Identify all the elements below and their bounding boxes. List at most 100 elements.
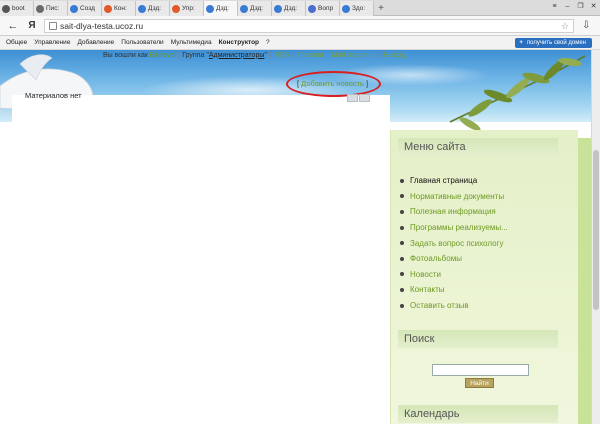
bullet-icon: [400, 209, 404, 214]
browser-tab[interactable]: Пис:: [34, 1, 68, 16]
browser-tab[interactable]: Упр:: [170, 1, 204, 16]
ucoz-menu-item[interactable]: Добавление: [77, 39, 114, 46]
main-content: [12, 95, 390, 424]
bookmark-star-icon[interactable]: ☆: [561, 21, 569, 32]
url-field[interactable]: sait-dlya-testa.ucoz.ru ☆: [44, 18, 574, 33]
logout-link[interactable]: Выход: [384, 52, 405, 59]
search-button[interactable]: Найти: [465, 378, 494, 388]
print-icon[interactable]: [359, 94, 370, 102]
bullet-icon: [400, 272, 404, 277]
tab-label: boot: [12, 5, 25, 12]
plus-icon: +: [519, 40, 523, 46]
tab-favicon-icon: [342, 4, 350, 13]
sidebar-menu-item[interactable]: Нормативные документы: [400, 189, 508, 205]
my-profile-link[interactable]: Мой профиль: [331, 52, 376, 59]
tab-label: Здо:: [352, 5, 366, 12]
tab-favicon-icon: [70, 4, 78, 13]
tab-favicon-icon: [206, 4, 214, 13]
back-arrow-icon[interactable]: ←: [6, 20, 20, 32]
tab-label: Дзд:: [250, 5, 264, 12]
restore-icon[interactable]: ❐: [576, 2, 585, 11]
tab-label: Дзд:: [216, 5, 230, 12]
site-page-icon: [49, 21, 57, 30]
browser-tab[interactable]: Кон:: [102, 1, 136, 16]
add-news-link[interactable]: Добавить новость: [301, 79, 364, 88]
tab-favicon-icon: [2, 4, 10, 13]
group-name[interactable]: Администраторы: [209, 52, 265, 59]
tab-favicon-icon: [36, 4, 44, 13]
sidebar-menu-label: Нормативные документы: [410, 191, 505, 201]
sidebar-menu-item[interactable]: Программы реализуемы...: [400, 220, 508, 236]
tab-favicon-icon: [138, 4, 146, 13]
rss-link[interactable]: RSS: [275, 52, 289, 59]
browser-tab[interactable]: Дзд:: [272, 1, 306, 16]
ucoz-menu-item[interactable]: Мультимедиа: [171, 39, 212, 46]
sidebar-edge: [578, 138, 591, 424]
sidebar-menu-label: Фотоальбомы: [410, 254, 462, 264]
ucoz-menu-item[interactable]: Пользователи: [121, 39, 163, 46]
sidebar-menu-item[interactable]: Фотоальбомы: [400, 251, 508, 267]
sidebar-menu-item[interactable]: Задать вопрос психологу: [400, 235, 508, 251]
ucoz-menu-item[interactable]: ?: [266, 39, 270, 46]
download-arrow-icon[interactable]: ⇩: [582, 20, 590, 31]
sidebar-menu-label: Задать вопрос психологу: [410, 238, 504, 248]
bullet-icon: [400, 225, 404, 230]
search-block-title: Поиск: [398, 330, 558, 348]
page-scrollbar[interactable]: [591, 50, 600, 424]
username[interactable]: Believe: [150, 52, 175, 59]
get-domain-button[interactable]: + получить свой домен: [515, 38, 592, 48]
tab-label: Вопр: [318, 5, 334, 12]
browser-tab[interactable]: Дзд:: [136, 1, 170, 16]
ucoz-menu-item[interactable]: Конструктор: [219, 39, 259, 46]
sidebar-menu-label: Программы реализуемы...: [410, 223, 508, 233]
tab-favicon-icon: [172, 4, 180, 13]
browser-tab[interactable]: Дзд:: [238, 1, 272, 16]
address-bar: ← Я sait-dlya-testa.ucoz.ru ☆ ⇩: [0, 16, 600, 36]
bullet-icon: [400, 194, 404, 199]
group-label: Группа: [182, 51, 205, 59]
rss-feed-icon[interactable]: [347, 94, 358, 102]
sidebar-menu-item[interactable]: Оставить отзыв: [400, 298, 508, 314]
tab-label: Пис:: [46, 5, 60, 12]
no-materials-text: Материалов нет: [25, 91, 82, 100]
close-icon[interactable]: ✕: [589, 2, 598, 11]
get-domain-label: получить свой домен: [526, 40, 586, 46]
bullet-icon: [400, 256, 404, 261]
menu-block-title: Меню сайта: [398, 138, 558, 156]
tab-favicon-icon: [274, 4, 282, 13]
sidebar-menu-item[interactable]: Полезная информация: [400, 204, 508, 220]
add-news-wrapper: [ Добавить новость ]: [297, 79, 369, 88]
browser-tab[interactable]: Дзд:: [204, 1, 238, 16]
ucoz-menu-item[interactable]: Управление: [34, 39, 70, 46]
browser-tab[interactable]: Созд: [68, 1, 102, 16]
url-text: sait-dlya-testa.ucoz.ru: [60, 20, 144, 31]
feed-icons: [347, 94, 370, 102]
minimize-icon[interactable]: –: [563, 2, 572, 11]
bullet-icon: [400, 241, 404, 246]
logged-in-prefix: Вы вошли как: [103, 51, 148, 59]
sidebar-menu-item[interactable]: Главная страница: [400, 173, 508, 189]
sidebar-menu-item[interactable]: Контакты: [400, 282, 508, 298]
user-status-line: Вы вошли как Believe | Группа " Администр…: [103, 51, 405, 59]
sidebar-menu-label: Контакты: [410, 285, 445, 295]
new-tab-plus-icon[interactable]: +: [374, 1, 388, 16]
browser-tab[interactable]: boot: [0, 1, 34, 16]
sidebar-menu-item[interactable]: Новости: [400, 267, 508, 283]
browser-tab[interactable]: Здо:: [340, 1, 374, 16]
bullet-icon: [400, 178, 404, 183]
ucoz-menu-item[interactable]: Общее: [6, 39, 27, 46]
olive-branch-icon: [449, 55, 586, 131]
menu-lines-icon[interactable]: ≡: [550, 2, 559, 11]
scrollbar-thumb[interactable]: [593, 150, 599, 310]
calendar-block-title: Календарь: [398, 405, 558, 423]
search-input[interactable]: [432, 364, 529, 376]
home-link[interactable]: Главная: [297, 52, 324, 59]
tab-favicon-icon: [240, 4, 248, 13]
yandex-logo-icon[interactable]: Я: [26, 20, 38, 31]
sidebar-menu-label: Новости: [410, 269, 441, 279]
tab-label: Кон:: [114, 5, 127, 12]
browser-tab-bar: boot Пис: Созд Кон: Дзд: Упр: Дзд: Дзд: Дзд: Вопр…: [0, 0, 600, 16]
browser-tab[interactable]: Вопр: [306, 1, 340, 16]
bullet-icon: [400, 303, 404, 308]
site-menu: Главная страница Нормативные документы Пол…: [400, 173, 508, 313]
